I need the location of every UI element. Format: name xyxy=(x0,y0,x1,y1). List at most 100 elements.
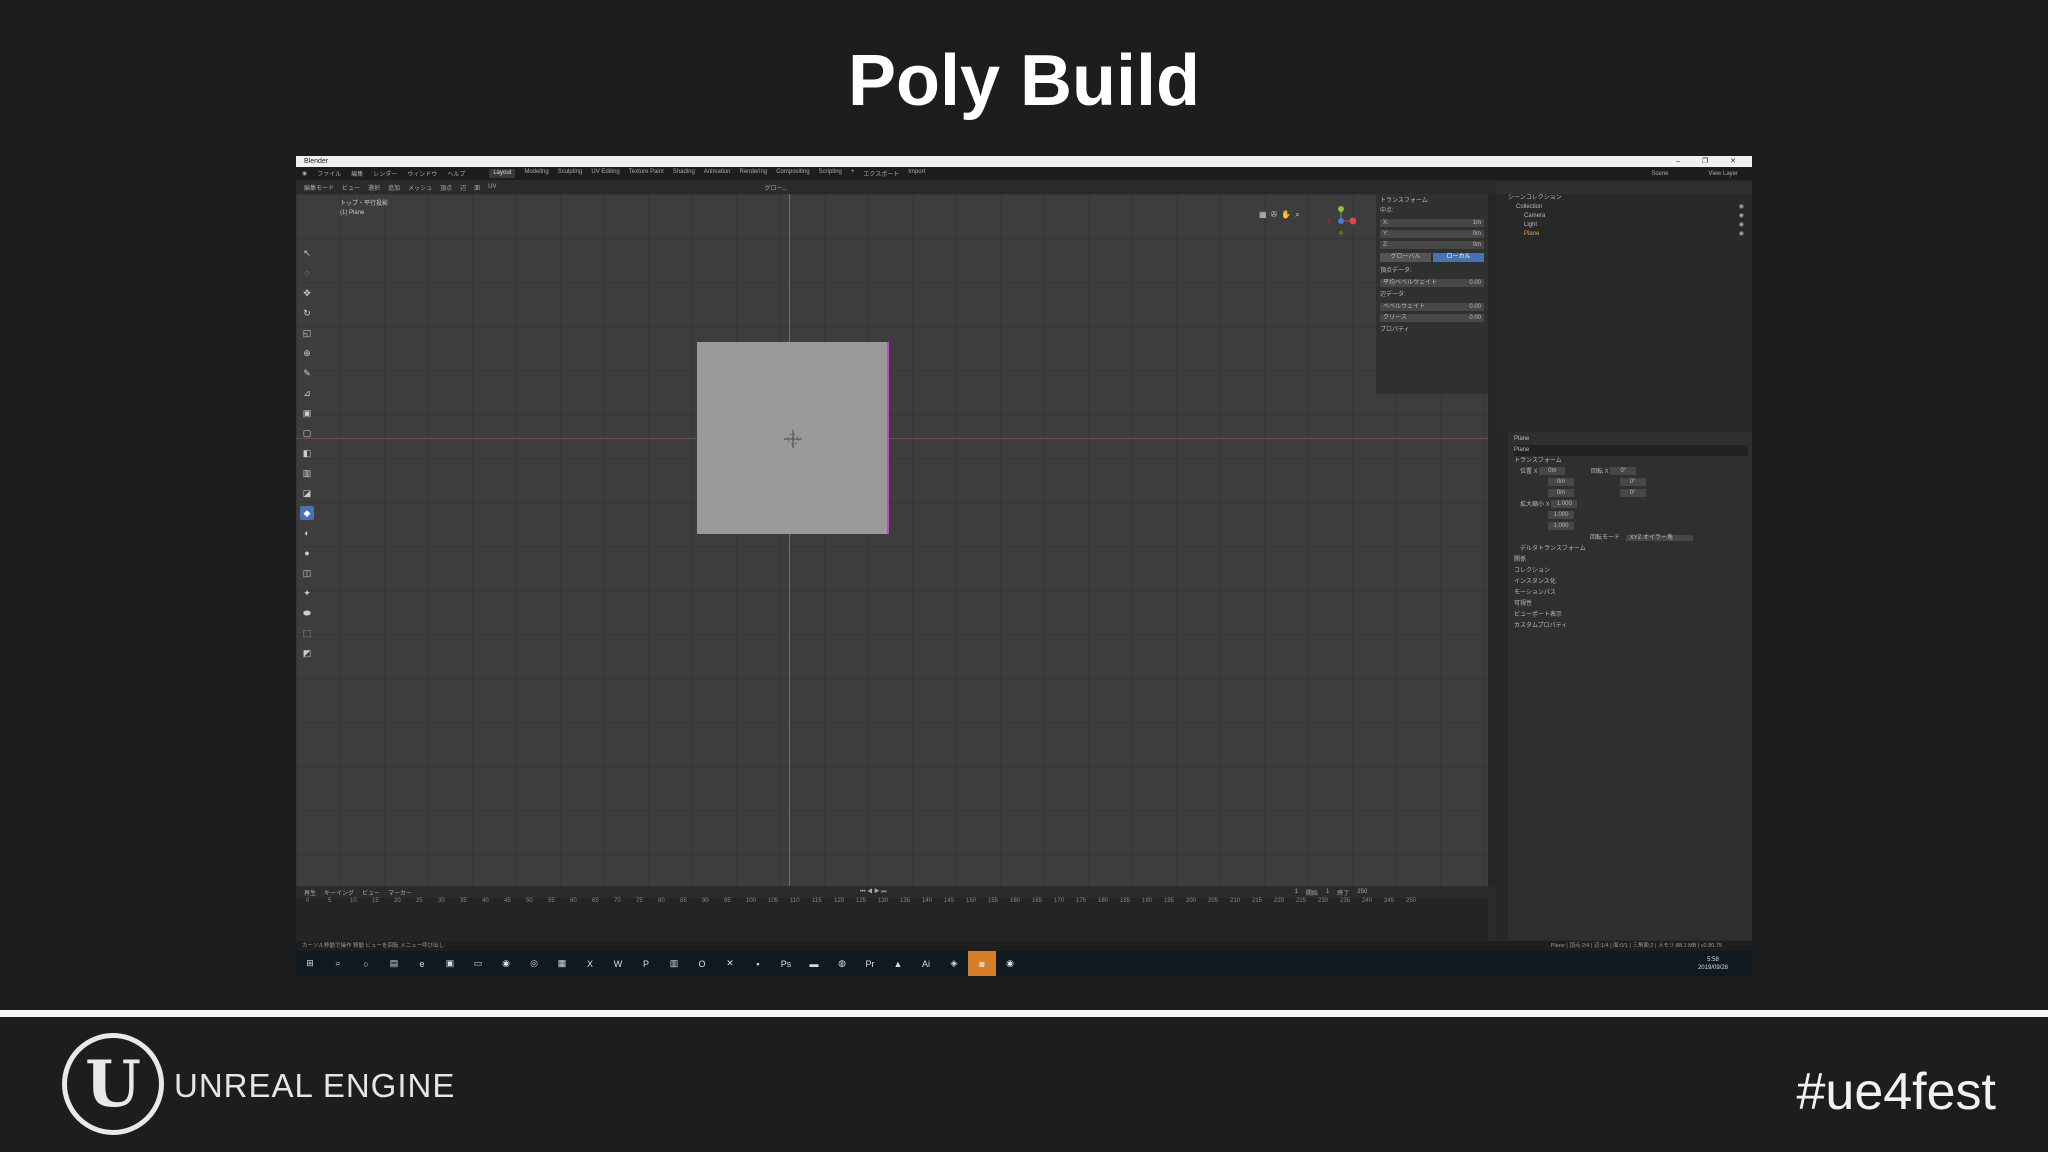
windows-start-icon[interactable]: ⊞ xyxy=(296,951,324,976)
extra-tool-icon[interactable]: ◩ xyxy=(300,646,314,660)
menu-face[interactable]: 面 xyxy=(474,183,480,192)
menu-view[interactable]: ビュー xyxy=(342,183,360,192)
properties-header[interactable]: プロパティ xyxy=(1380,325,1484,335)
tab-texture-paint[interactable]: Texture Paint xyxy=(629,169,664,178)
grid-icon[interactable]: ▦ xyxy=(1259,210,1267,220)
tab-modeling[interactable]: Modeling xyxy=(524,169,548,178)
import-button[interactable]: Import xyxy=(908,169,925,178)
start-frame-field[interactable]: 1 xyxy=(1326,889,1329,895)
playback-controls-icon[interactable]: ⏮ ◀ ▶ ⏭ xyxy=(860,889,887,896)
properties-tabs[interactable] xyxy=(1496,432,1508,940)
outliner-item[interactable]: Collection ◉ xyxy=(1496,203,1752,212)
rotation-y-field[interactable]: 0° xyxy=(1619,478,1646,487)
bevel-tool-icon[interactable]: ◧ xyxy=(300,446,314,460)
location-z-field[interactable]: 0m xyxy=(1548,489,1574,498)
task-view-icon[interactable]: ○ xyxy=(352,951,380,976)
menu-file[interactable]: ファイル xyxy=(317,169,341,178)
photoshop-icon[interactable]: Ps xyxy=(772,951,800,976)
tab-layout[interactable]: Layout xyxy=(489,169,516,178)
edge-slide-tool-icon[interactable]: ◫ xyxy=(300,566,314,580)
measure-tool-icon[interactable]: ⊿ xyxy=(300,386,314,400)
menu-render[interactable]: レンダー xyxy=(373,169,397,178)
section-delta[interactable]: デルタトランスフォーム xyxy=(1514,544,1748,555)
app-icon[interactable]: ◉ xyxy=(996,951,1024,976)
move-tool-icon[interactable]: ✥ xyxy=(300,286,314,300)
object-name[interactable]: Plane xyxy=(1514,434,1748,445)
menu-uv[interactable]: UV xyxy=(488,184,496,190)
global-button[interactable]: グローバル xyxy=(1380,253,1431,262)
transform-section[interactable]: トランスフォーム xyxy=(1514,456,1748,467)
excel-icon[interactable]: X xyxy=(576,951,604,976)
extrude-tool-icon[interactable]: ▣ xyxy=(300,406,314,420)
section-visibility[interactable]: 可視性 xyxy=(1514,599,1748,610)
sidebar-tabs[interactable] xyxy=(1488,194,1496,886)
store-icon[interactable]: ▣ xyxy=(436,951,464,976)
annotate-tool-icon[interactable]: ✎ xyxy=(300,366,314,380)
median-x-field[interactable]: X: 1m xyxy=(1380,219,1484,227)
outliner-item[interactable]: Plane ◉ xyxy=(1496,230,1752,239)
orientation-selector[interactable]: グロー... xyxy=(764,183,787,192)
app-icon[interactable]: ▥ xyxy=(660,951,688,976)
section-collections[interactable]: コレクション xyxy=(1514,566,1748,577)
mode-selector[interactable]: 編集モード xyxy=(304,183,334,192)
smooth-tool-icon[interactable]: ● xyxy=(300,546,314,560)
local-button[interactable]: ローカル xyxy=(1433,253,1484,262)
app-icon[interactable]: ▲ xyxy=(884,951,912,976)
tab-animation[interactable]: Animation xyxy=(704,169,731,178)
eye-icon[interactable]: ◉ xyxy=(1739,212,1744,221)
menu-vertex[interactable]: 頂点 xyxy=(440,183,452,192)
scale-z-field[interactable]: 1.000 xyxy=(1548,522,1574,531)
knife-tool-icon[interactable]: ◪ xyxy=(300,486,314,500)
median-z-field[interactable]: Z: 0m xyxy=(1380,241,1484,249)
outliner-scene-collection[interactable]: シーンコレクション xyxy=(1496,194,1752,203)
menu-window[interactable]: ウィンドウ xyxy=(407,169,437,178)
section-relations[interactable]: 関係 xyxy=(1514,555,1748,566)
section-instancing[interactable]: インスタンス化 xyxy=(1514,577,1748,588)
menu-edit[interactable]: 編集 xyxy=(351,169,363,178)
rotation-x-field[interactable]: 0° xyxy=(1610,467,1637,476)
rotate-tool-icon[interactable]: ↻ xyxy=(300,306,314,320)
edge-browser-icon[interactable]: e xyxy=(408,951,436,976)
menu-help[interactable]: ヘルプ xyxy=(447,169,465,178)
current-frame-field[interactable]: 1 xyxy=(1295,889,1298,895)
median-y-field[interactable]: Y: 0m xyxy=(1380,230,1484,238)
avg-bevel-weight-field[interactable]: 平均ベベルウェイト 0.00 xyxy=(1380,279,1484,287)
shrink-tool-icon[interactable]: ✦ xyxy=(300,586,314,600)
menu-keying[interactable]: キーイング xyxy=(324,888,354,897)
line-icon[interactable]: ◍ xyxy=(828,951,856,976)
view-layer-selector[interactable]: View Layer xyxy=(1708,171,1738,177)
illustrator-icon[interactable]: Ai xyxy=(912,951,940,976)
taskbar-clock[interactable]: 5:58 2019/09/28 xyxy=(1698,956,1752,972)
outliner-item[interactable]: Camera ◉ xyxy=(1496,212,1752,221)
transform-header[interactable]: トランスフォーム xyxy=(1380,196,1484,206)
app-icon[interactable]: ✕ xyxy=(716,951,744,976)
search-icon[interactable]: ⌕ xyxy=(324,951,352,976)
tab-compositing[interactable]: Compositing xyxy=(776,169,809,178)
section-viewport-display[interactable]: ビューポート表示 xyxy=(1514,610,1748,621)
rotation-mode-select[interactable]: XYZ オイラー角 xyxy=(1625,535,1694,541)
export-button[interactable]: エクスポート xyxy=(863,169,899,178)
premiere-icon[interactable]: Pr xyxy=(856,951,884,976)
rotation-z-field[interactable]: 0° xyxy=(1619,489,1646,498)
calculator-icon[interactable]: ▤ xyxy=(380,951,408,976)
zoom-icon[interactable]: ⌕ xyxy=(1295,210,1299,220)
sticky-notes-icon[interactable]: ▪ xyxy=(744,951,772,976)
tab-uv-editing[interactable]: UV Editing xyxy=(591,169,619,178)
outlook-icon[interactable]: O xyxy=(688,951,716,976)
section-motion-paths[interactable]: モーションパス xyxy=(1514,588,1748,599)
folder-icon[interactable]: ▭ xyxy=(464,951,492,976)
tab-scripting[interactable]: Scripting xyxy=(819,169,842,178)
3d-viewport[interactable]: トップ・平行投影 (1) Plane ↖ ◌ ✥ ↻ ◱ ⊕ ✎ ⊿ ▣ ▢ ◧… xyxy=(296,194,1488,886)
tab-add[interactable]: + xyxy=(851,169,855,178)
shear-tool-icon[interactable]: ⬬ xyxy=(300,606,314,620)
inset-tool-icon[interactable]: ▢ xyxy=(300,426,314,440)
blender-logo-icon[interactable]: ◉ xyxy=(302,170,307,177)
timeline[interactable]: 再生 キーイング ビュー マーカー ⏮ ◀ ▶ ⏭ 1 開始 1 終了 250 … xyxy=(296,886,1488,941)
section-custom-properties[interactable]: カスタムプロパティ xyxy=(1514,621,1748,632)
app-icon[interactable]: ▦ xyxy=(548,951,576,976)
menu-mesh[interactable]: メッシュ xyxy=(408,183,432,192)
loopcut-tool-icon[interactable]: ▥ xyxy=(300,466,314,480)
scale-tool-icon[interactable]: ◱ xyxy=(300,326,314,340)
menu-playback[interactable]: 再生 xyxy=(304,888,316,897)
spotify-icon[interactable]: ◎ xyxy=(520,951,548,976)
